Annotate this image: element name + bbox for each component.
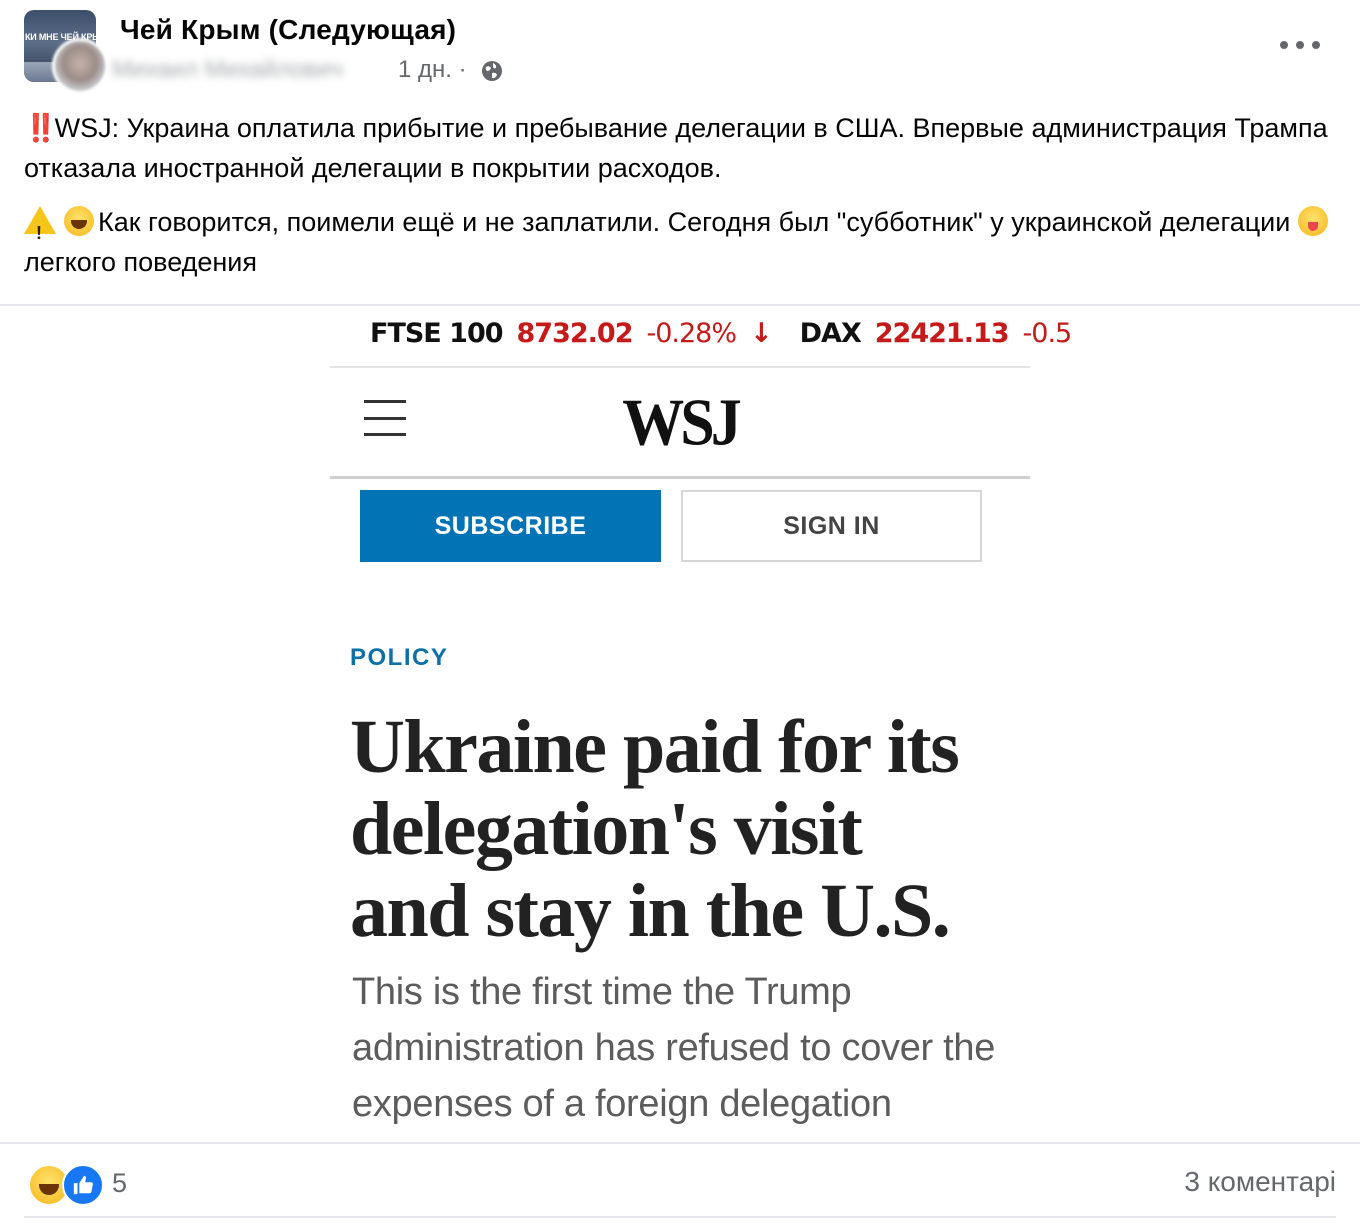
masthead-divider <box>330 476 1030 479</box>
globe-icon[interactable] <box>480 59 504 83</box>
winking-tongue-icon <box>1297 206 1328 236</box>
reactions-summary[interactable] <box>28 1164 104 1206</box>
post-paragraph-1-text: WSJ: Украина оплатила прибытие и пребыва… <box>24 113 1328 183</box>
more-options-icon[interactable] <box>1280 32 1320 58</box>
wsj-logo: WSJ <box>622 386 741 460</box>
ftse-name: FTSE 100 <box>370 318 504 349</box>
warning-icon <box>24 206 56 253</box>
article-subheadline: This is the first time the Trump adminis… <box>352 971 996 1125</box>
ftse-value: 8732.02 <box>516 318 634 349</box>
post-paragraph-2: Как говорится, поимели ещё и не заплатил… <box>24 202 1344 282</box>
author-name[interactable]: Михаил Михайлович <box>112 56 392 88</box>
post-paragraph-1: ‼️WSJ: Украина оплатила прибытие и пребы… <box>24 108 1344 188</box>
subscribe-button[interactable]: SUBSCRIBE <box>360 490 661 562</box>
dax-name: DAX <box>799 318 862 349</box>
dax-value: 22421.13 <box>874 318 1010 349</box>
ticker-divider <box>330 366 1030 368</box>
sign-in-button[interactable]: SIGN IN <box>681 490 982 562</box>
dax-change: -0.5 <box>1022 318 1073 349</box>
reaction-count[interactable]: 5 <box>112 1168 127 1199</box>
article-headline: Ukraine paid for its delegation's visit … <box>350 705 960 953</box>
market-ticker: FTSE 100 8732.02 -0.28% ↓ DAX 22421.13 -0.5 <box>370 318 1073 349</box>
ftse-change: -0.28% <box>646 318 738 349</box>
footer-divider <box>24 1216 1336 1218</box>
author-avatar[interactable] <box>52 38 108 94</box>
post-timestamp[interactable]: 1 дн. · <box>398 56 467 84</box>
article-section[interactable]: POLICY <box>350 644 448 672</box>
post-paragraph-2-text-b: легкого поведения <box>24 247 258 277</box>
group-name[interactable]: Чей Крым (Следующая) <box>120 14 456 46</box>
comments-count[interactable]: 3 коментарі <box>1184 1166 1336 1198</box>
facebook-post: КИ МНЕ ЧЕЙ КРЫ СКАЖ Чей Крым (Следующая)… <box>0 0 1360 1226</box>
article-screenshot[interactable]: FTSE 100 8732.02 -0.28% ↓ DAX 22421.13 -0.5 WS… <box>330 306 1072 1144</box>
double-exclamation-icon: ‼️ <box>24 113 58 143</box>
crying-laughing-icon <box>64 206 94 236</box>
post-text: ‼️WSJ: Украина оплатила прибытие и пребы… <box>24 108 1344 296</box>
media-bottom-divider <box>0 1142 1360 1144</box>
post-paragraph-2-text-a: Как говорится, поимели ещё и не заплатил… <box>98 207 1298 237</box>
down-arrow-icon: ↓ <box>750 318 773 349</box>
like-icon <box>62 1164 104 1206</box>
